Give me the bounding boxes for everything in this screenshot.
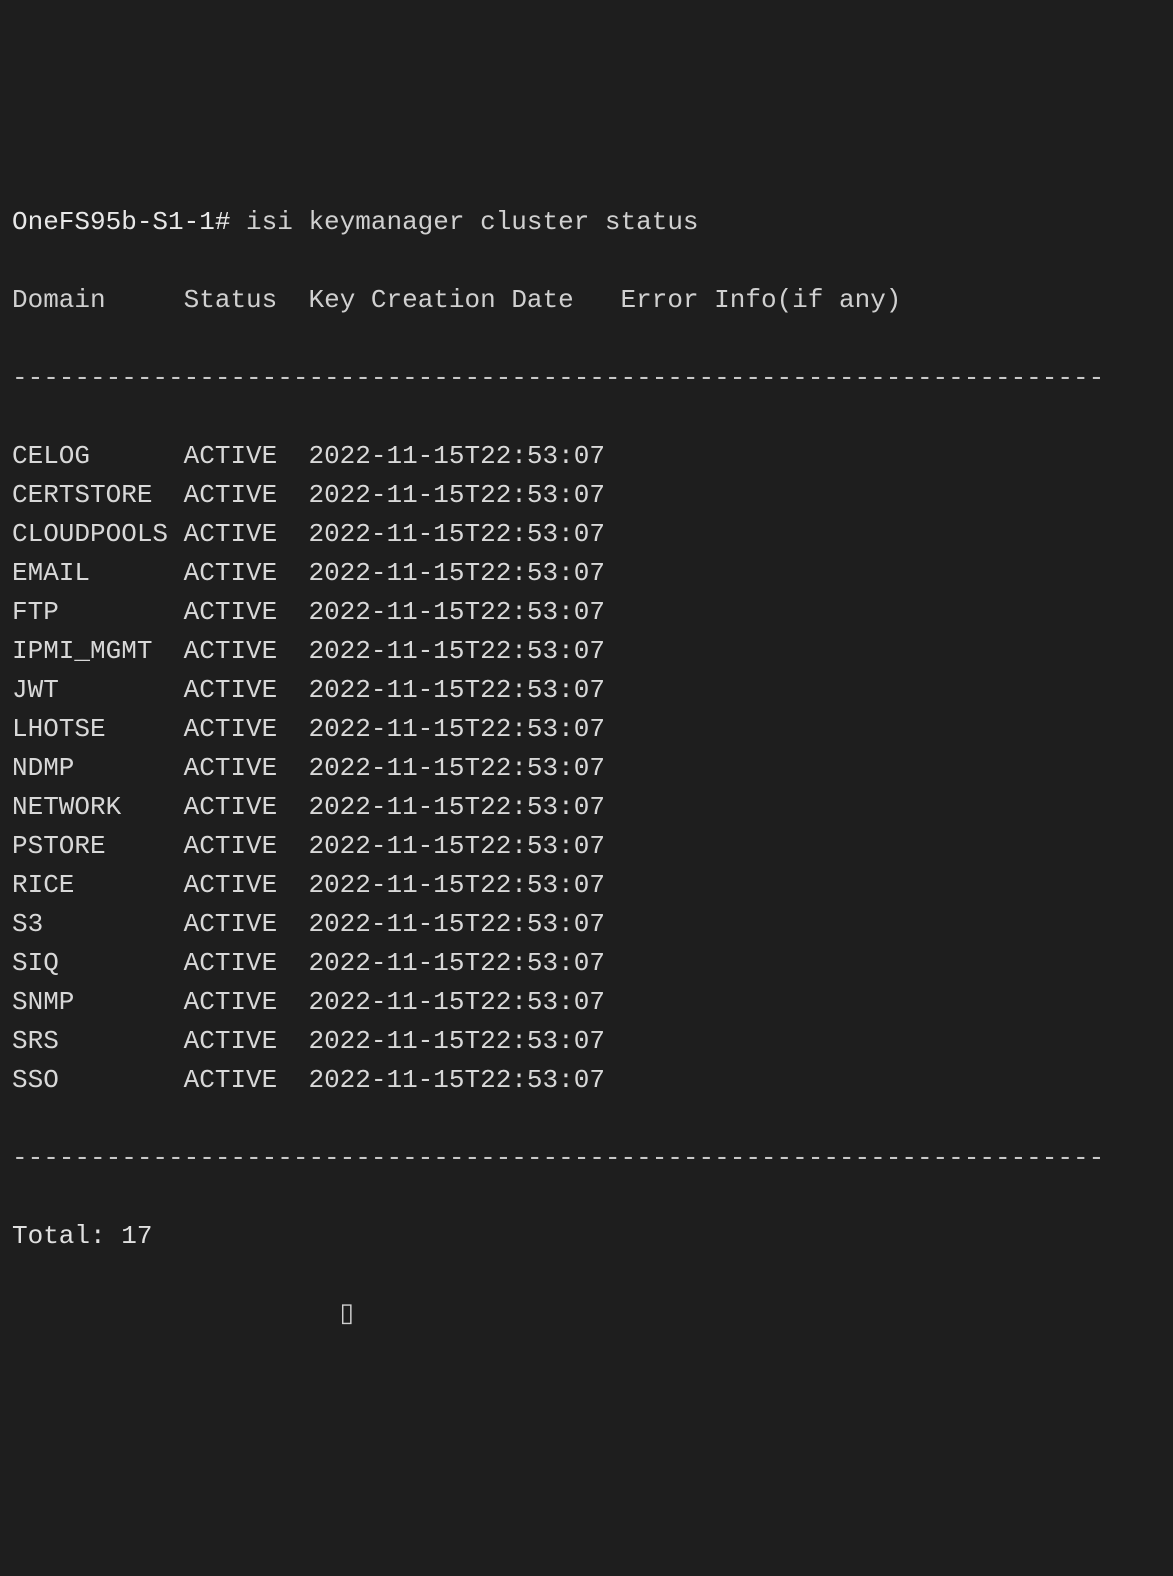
cell-domain: EMAIL — [12, 558, 184, 588]
table-row: SIQ ACTIVE 2022-11-15T22:53:07 — [12, 944, 1161, 983]
table-row: S3 ACTIVE 2022-11-15T22:53:07 — [12, 905, 1161, 944]
cell-date: 2022-11-15T22:53:07 — [308, 1065, 604, 1095]
table-row: LHOTSE ACTIVE 2022-11-15T22:53:07 — [12, 710, 1161, 749]
cell-domain: NDMP — [12, 753, 184, 783]
divider-bottom: ----------------------------------------… — [12, 1139, 1161, 1178]
cell-status: ACTIVE — [184, 1065, 309, 1095]
cell-domain: SNMP — [12, 987, 184, 1017]
cell-date: 2022-11-15T22:53:07 — [308, 948, 604, 978]
terminal-output: OneFS95b-S1-1# isi keymanager cluster st… — [12, 164, 1161, 1373]
header-domain: Domain — [12, 285, 106, 315]
divider-top: ----------------------------------------… — [12, 359, 1161, 398]
cell-date: 2022-11-15T22:53:07 — [308, 519, 604, 549]
cell-date: 2022-11-15T22:53:07 — [308, 909, 604, 939]
cell-status: ACTIVE — [184, 441, 309, 471]
table-row: SNMP ACTIVE 2022-11-15T22:53:07 — [12, 983, 1161, 1022]
table-row: PSTORE ACTIVE 2022-11-15T22:53:07 — [12, 827, 1161, 866]
prompt-line[interactable]: OneFS95b-S1-1# isi keymanager cluster st… — [12, 203, 1161, 242]
command-text: isi keymanager cluster status — [246, 203, 698, 242]
cell-domain: SSO — [12, 1065, 184, 1095]
cell-date: 2022-11-15T22:53:07 — [308, 480, 604, 510]
header-key-creation-date: Key Creation Date — [308, 285, 573, 315]
table-header: Domain Status Key Creation Date Error In… — [12, 281, 1161, 320]
header-status: Status — [184, 285, 278, 315]
cell-status: ACTIVE — [184, 909, 309, 939]
cell-domain: PSTORE — [12, 831, 184, 861]
table-row: CLOUDPOOLS ACTIVE 2022-11-15T22:53:07 — [12, 515, 1161, 554]
cell-date: 2022-11-15T22:53:07 — [308, 753, 604, 783]
cell-status: ACTIVE — [184, 675, 309, 705]
cell-status: ACTIVE — [184, 480, 309, 510]
table-row: IPMI_MGMT ACTIVE 2022-11-15T22:53:07 — [12, 632, 1161, 671]
cell-status: ACTIVE — [184, 792, 309, 822]
cell-domain: NETWORK — [12, 792, 184, 822]
cell-domain: CERTSTORE — [12, 480, 184, 510]
cell-date: 2022-11-15T22:53:07 — [308, 792, 604, 822]
table-row: NDMP ACTIVE 2022-11-15T22:53:07 — [12, 749, 1161, 788]
cell-status: ACTIVE — [184, 753, 309, 783]
cell-date: 2022-11-15T22:53:07 — [308, 636, 604, 666]
table-row: SSO ACTIVE 2022-11-15T22:53:07 — [12, 1061, 1161, 1100]
cell-domain: IPMI_MGMT — [12, 636, 184, 666]
cell-date: 2022-11-15T22:53:07 — [308, 675, 604, 705]
table-row: JWT ACTIVE 2022-11-15T22:53:07 — [12, 671, 1161, 710]
table-row: RICE ACTIVE 2022-11-15T22:53:07 — [12, 866, 1161, 905]
cell-status: ACTIVE — [184, 948, 309, 978]
cell-domain: FTP — [12, 597, 184, 627]
cell-date: 2022-11-15T22:53:07 — [308, 1026, 604, 1056]
header-error-info: Error Info(if any) — [621, 285, 902, 315]
table-row: NETWORK ACTIVE 2022-11-15T22:53:07 — [12, 788, 1161, 827]
cell-status: ACTIVE — [184, 870, 309, 900]
cell-date: 2022-11-15T22:53:07 — [308, 987, 604, 1017]
cell-domain: CELOG — [12, 441, 184, 471]
cell-domain: JWT — [12, 675, 184, 705]
cell-status: ACTIVE — [184, 987, 309, 1017]
cell-date: 2022-11-15T22:53:07 — [308, 831, 604, 861]
cell-date: 2022-11-15T22:53:07 — [308, 558, 604, 588]
cell-domain: RICE — [12, 870, 184, 900]
table-row: FTP ACTIVE 2022-11-15T22:53:07 — [12, 593, 1161, 632]
cell-domain: S3 — [12, 909, 184, 939]
table-row: SRS ACTIVE 2022-11-15T22:53:07 — [12, 1022, 1161, 1061]
cell-domain: SIQ — [12, 948, 184, 978]
cell-domain: CLOUDPOOLS — [12, 519, 184, 549]
total-line: Total: 17 — [12, 1217, 1161, 1256]
table-body: CELOG ACTIVE 2022-11-15T22:53:07CERTSTOR… — [12, 437, 1161, 1100]
cell-status: ACTIVE — [184, 636, 309, 666]
cell-status: ACTIVE — [184, 519, 309, 549]
table-row: EMAIL ACTIVE 2022-11-15T22:53:07 — [12, 554, 1161, 593]
cell-status: ACTIVE — [184, 597, 309, 627]
cell-date: 2022-11-15T22:53:07 — [308, 441, 604, 471]
cell-status: ACTIVE — [184, 1026, 309, 1056]
cell-date: 2022-11-15T22:53:07 — [308, 597, 604, 627]
cell-domain: LHOTSE — [12, 714, 184, 744]
cursor-line: ▯ — [12, 1295, 1161, 1334]
cell-domain: SRS — [12, 1026, 184, 1056]
cell-date: 2022-11-15T22:53:07 — [308, 870, 604, 900]
cell-status: ACTIVE — [184, 831, 309, 861]
cell-status: ACTIVE — [184, 558, 309, 588]
cell-status: ACTIVE — [184, 714, 309, 744]
shell-prompt: OneFS95b-S1-1# — [12, 203, 246, 242]
cell-date: 2022-11-15T22:53:07 — [308, 714, 604, 744]
table-row: CELOG ACTIVE 2022-11-15T22:53:07 — [12, 437, 1161, 476]
table-row: CERTSTORE ACTIVE 2022-11-15T22:53:07 — [12, 476, 1161, 515]
